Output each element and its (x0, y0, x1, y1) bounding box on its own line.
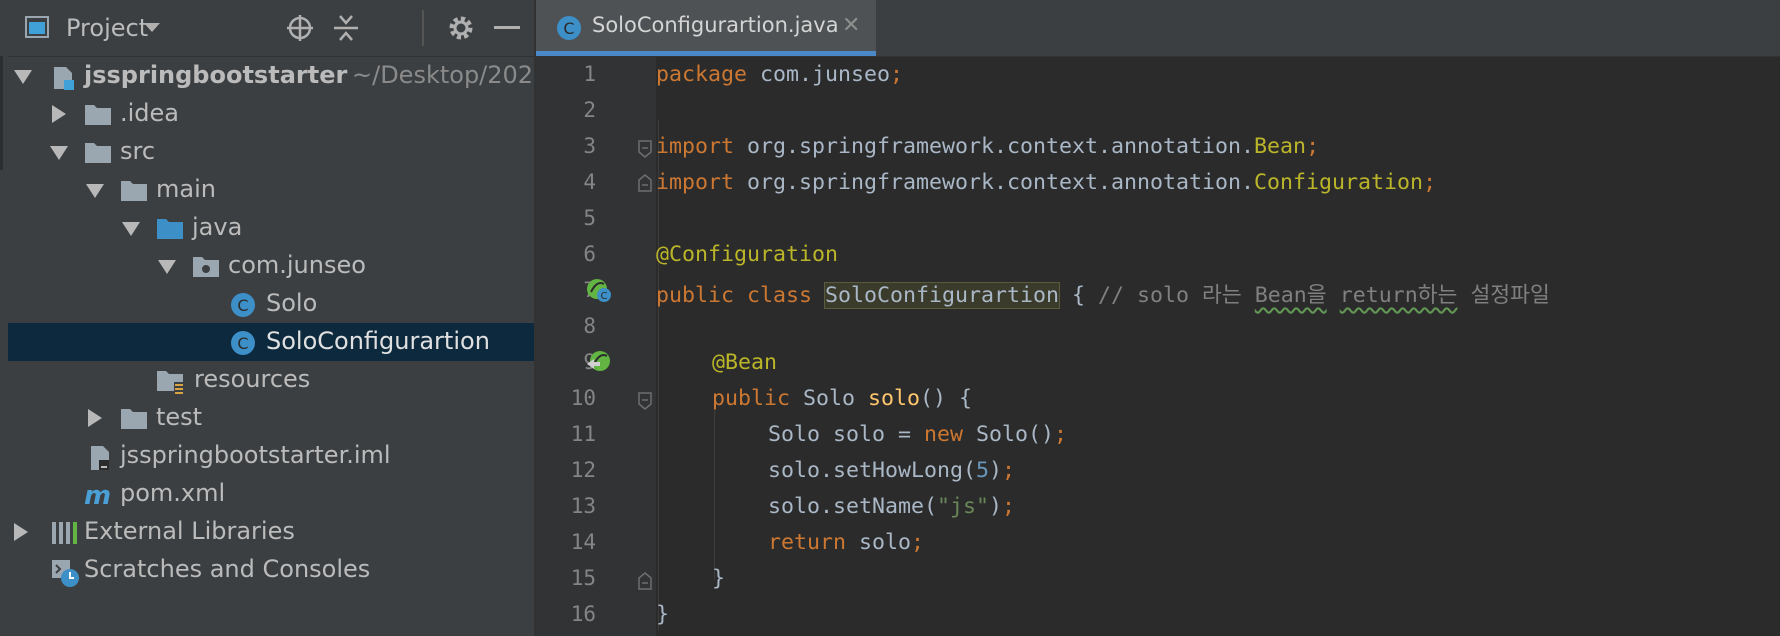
code-line-9: @Bean (712, 350, 778, 375)
tree-item-resources[interactable]: resources (8, 361, 534, 399)
expand-arrow-icon[interactable] (14, 70, 32, 84)
line-number: 1 (583, 62, 596, 86)
tree-item-soloconfigurartion[interactable]: C SoloConfigurartion (8, 323, 534, 361)
maven-icon: m (84, 482, 111, 508)
svg-text:C: C (563, 19, 574, 38)
fold-marker-icon[interactable] (638, 572, 652, 590)
minimize-icon[interactable] (494, 26, 520, 30)
indent-guide (658, 120, 659, 630)
code-line-3: import org.springframework.context.annot… (656, 134, 1320, 159)
active-tab-indicator (536, 51, 876, 56)
expand-arrow-icon[interactable] (88, 409, 102, 427)
spring-bean-icon[interactable]: C (586, 278, 614, 304)
libraries-icon (52, 522, 77, 544)
code-line-12: solo.setHowLong(5); (768, 458, 1016, 483)
iml-file-icon (91, 446, 109, 470)
project-panel-header: Project (8, 0, 534, 57)
java-class-icon: C (557, 16, 581, 40)
svg-text:m: m (84, 482, 111, 508)
tree-item-main[interactable]: main (8, 171, 534, 209)
tree-item-src[interactable]: src (8, 133, 534, 171)
folder-icon (121, 181, 147, 201)
code-line-14: return solo; (768, 530, 925, 555)
expand-arrow-icon[interactable] (86, 184, 104, 198)
code-line-6: @Configuration (656, 242, 839, 267)
tree-item-java[interactable]: java (8, 209, 534, 247)
java-class-icon: C (231, 293, 255, 317)
tab-label: SoloConfigurartion.java (592, 13, 839, 37)
left-tool-strip (0, 0, 8, 636)
tree-item-solo[interactable]: C Solo (8, 285, 534, 323)
gear-icon[interactable] (446, 13, 476, 43)
module-icon (54, 67, 74, 90)
tree-item-idea[interactable]: .idea (8, 95, 534, 133)
code-line-11: Solo solo = new Solo(); (768, 422, 1068, 447)
project-icon (25, 16, 49, 38)
tab-soloconfigurartion-java[interactable]: C SoloConfigurartion.java ✕ (536, 0, 876, 56)
package-icon (193, 257, 219, 277)
svg-text:C: C (237, 296, 248, 315)
line-number: 10 (570, 386, 596, 410)
line-number: 14 (570, 530, 596, 554)
source-folder-icon (157, 219, 183, 239)
code-line-13: solo.setName("js"); (768, 494, 1016, 519)
expand-arrow-icon[interactable] (52, 105, 66, 123)
tree-item-test[interactable]: test (8, 399, 534, 437)
resources-folder-icon (157, 371, 184, 394)
code-line-16: } (656, 602, 670, 627)
fold-marker-icon[interactable] (638, 174, 652, 192)
tree-item-external-libraries[interactable]: External Libraries (8, 513, 534, 551)
locate-file-icon[interactable] (286, 14, 314, 42)
line-number: 4 (583, 170, 596, 194)
line-number: 2 (583, 98, 596, 122)
spring-bean-navigate-icon[interactable] (586, 350, 614, 376)
expand-arrow-icon[interactable] (14, 523, 28, 541)
code-line-4: import org.springframework.context.annot… (656, 170, 1437, 195)
line-number: 15 (570, 566, 596, 590)
code-line-1: package com.junseo; (656, 62, 904, 87)
folder-icon (85, 143, 111, 163)
line-number: 16 (570, 602, 596, 626)
line-number: 3 (583, 134, 596, 158)
expand-arrow-icon[interactable] (158, 260, 176, 274)
project-panel: Project jsspringbootstarter ~/Desktop/20… (8, 0, 534, 636)
indent-guide (714, 410, 715, 580)
folder-icon (85, 105, 111, 125)
svg-text:C: C (237, 334, 248, 353)
code-line-10: public Solo solo() { (712, 386, 973, 411)
line-number: 11 (570, 422, 596, 446)
class-name-highlight: SoloConfigurartion (824, 282, 1061, 309)
line-number: 12 (570, 458, 596, 482)
toolbar-separator (422, 10, 424, 46)
chevron-down-icon[interactable] (143, 22, 161, 34)
collapse-all-icon[interactable] (332, 14, 360, 42)
tree-item-pom-xml[interactable]: m pom.xml (8, 475, 534, 513)
fold-marker-icon[interactable] (638, 140, 652, 158)
svg-text:C: C (601, 291, 608, 302)
close-icon[interactable]: ✕ (842, 13, 860, 38)
fold-marker-icon[interactable] (638, 392, 652, 410)
tool-strip-marker (0, 56, 3, 170)
line-number: 13 (570, 494, 596, 518)
code-line-15: } (712, 566, 726, 591)
tree-item-com-junseo[interactable]: com.junseo (8, 247, 534, 285)
tree-item-jsspringbootstarter[interactable]: jsspringbootstarter ~/Desktop/202 (8, 57, 534, 95)
expand-arrow-icon[interactable] (50, 146, 68, 160)
tree-item-scratches-and-consoles[interactable]: Scratches and Consoles (8, 551, 534, 589)
line-number: 6 (583, 242, 596, 266)
scratches-icon (52, 560, 79, 587)
tree-item-iml-file[interactable]: jsspringbootstarter.iml (8, 437, 534, 475)
line-number: 5 (583, 206, 596, 230)
editor-tab-bar: C SoloConfigurartion.java ✕ (536, 0, 1780, 57)
project-title[interactable]: Project (66, 14, 148, 42)
code-line-7: public class SoloConfigurartion { // sol… (656, 282, 1550, 309)
expand-arrow-icon[interactable] (122, 222, 140, 236)
folder-icon (121, 409, 147, 429)
line-number: 8 (583, 314, 596, 338)
java-class-icon: C (231, 331, 255, 355)
